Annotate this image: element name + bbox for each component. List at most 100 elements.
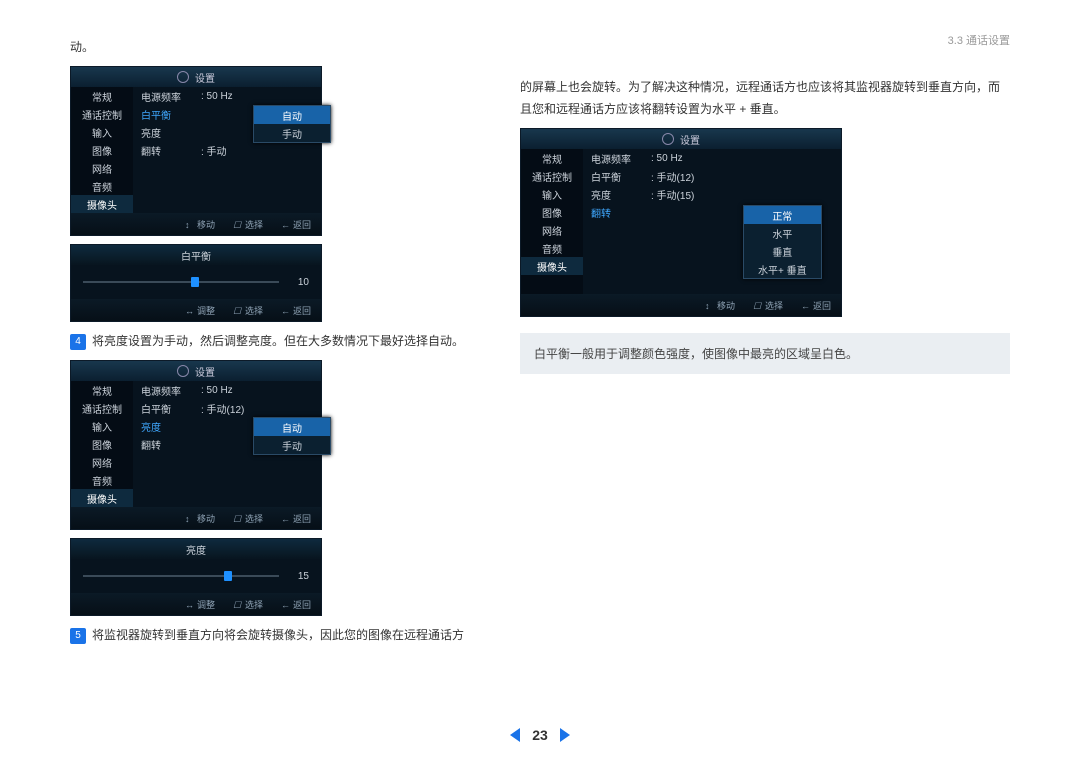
select-icon xyxy=(233,514,242,523)
row-value: : 手动 xyxy=(201,143,227,158)
footer-hint: 移动 xyxy=(197,218,215,231)
sidebar-item[interactable]: 网络 xyxy=(521,221,583,239)
right-column: 的屏幕上也会旋转。为了解决这种情况，远程通话方也应该将其监视器旋转到垂直方向，而… xyxy=(520,30,1010,652)
settings-window-3: 设置 常规 通话控制 输入 图像 网络 音频 摄像头 电源频率: 50 Hz 白… xyxy=(520,128,842,317)
dropdown-menu[interactable]: 自动 手动 xyxy=(253,105,331,143)
slider-track[interactable] xyxy=(83,281,279,283)
adjust-icon xyxy=(185,306,194,315)
left-column: 动。 设置 常规 通话控制 输入 图像 网络 音频 摄像头 xyxy=(70,30,480,652)
title-text: 设置 xyxy=(195,70,215,85)
brightness-slider-window: 亮度 15 调整 选择 返回 xyxy=(70,538,322,616)
sidebar-item[interactable]: 输入 xyxy=(521,185,583,203)
title-text: 设置 xyxy=(195,364,215,379)
row-label[interactable]: 亮度 xyxy=(583,187,651,202)
sidebar-item[interactable]: 音频 xyxy=(71,177,133,195)
row-value: : 手动(15) xyxy=(651,187,694,202)
sidebar-item[interactable]: 音频 xyxy=(521,239,583,257)
slider-thumb[interactable] xyxy=(191,277,199,287)
sidebar-item[interactable]: 输入 xyxy=(71,123,133,141)
white-balance-slider-window: 白平衡 10 调整 选择 返回 xyxy=(70,244,322,322)
row-label[interactable]: 白平衡 xyxy=(133,107,201,122)
slider-footer: 调整 选择 返回 xyxy=(71,299,321,321)
settings-window-1: 设置 常规 通话控制 输入 图像 网络 音频 摄像头 电源频率: 50 Hz 白… xyxy=(70,66,322,236)
row-label[interactable]: 翻转 xyxy=(133,143,201,158)
sidebar-item[interactable]: 网络 xyxy=(71,453,133,471)
footer-hint: 选择 xyxy=(765,299,783,312)
dropdown-menu[interactable]: 正常 水平 垂直 水平+ 垂直 xyxy=(743,205,822,279)
step-5: 5将监视器旋转到垂直方向将会旋转摄像头，因此您的图像在远程通话方 xyxy=(70,624,480,646)
footer-hint: 选择 xyxy=(245,218,263,231)
slider-track[interactable] xyxy=(83,575,279,577)
window-title: 设置 xyxy=(521,129,841,149)
footer-hint: 返回 xyxy=(293,512,311,525)
prev-page-icon[interactable] xyxy=(510,728,520,742)
row-label[interactable]: 白平衡 xyxy=(583,169,651,184)
dropdown-option[interactable]: 水平+ 垂直 xyxy=(744,260,821,278)
settings-content: 电源频率: 50 Hz 白平衡: 手动(12) 亮度: 手动(15) 翻转 正常… xyxy=(583,149,841,294)
row-label[interactable]: 翻转 xyxy=(133,437,201,452)
dropdown-option[interactable]: 手动 xyxy=(254,124,330,142)
footer-hint: 返回 xyxy=(813,299,831,312)
step-4: 4将亮度设置为手动，然后调整亮度。但在大多数情况下最好选择自动。 xyxy=(70,330,480,352)
intro-cont: 动。 xyxy=(70,36,480,58)
info-callout: 白平衡一般用于调整颜色强度，使图像中最亮的区域呈白色。 xyxy=(520,333,1010,374)
sidebar-item[interactable]: 音频 xyxy=(71,471,133,489)
sidebar-item[interactable]: 网络 xyxy=(71,159,133,177)
row-value: : 手动(12) xyxy=(201,401,244,416)
sidebar-item[interactable]: 通话控制 xyxy=(71,399,133,417)
footer-hint: 选择 xyxy=(245,304,263,317)
next-page-icon[interactable] xyxy=(560,728,570,742)
sidebar-item[interactable]: 常规 xyxy=(71,87,133,105)
row-label[interactable]: 亮度 xyxy=(133,419,201,434)
row-label: 电源频率 xyxy=(133,383,201,398)
select-icon xyxy=(753,301,762,310)
row-value: : 50 Hz xyxy=(201,385,233,396)
sidebar-item[interactable]: 常规 xyxy=(71,381,133,399)
sidebar-item[interactable]: 通话控制 xyxy=(71,105,133,123)
back-icon xyxy=(281,220,290,229)
slider-title: 白平衡 xyxy=(71,245,321,265)
title-text: 设置 xyxy=(680,132,700,147)
dropdown-option[interactable]: 水平 xyxy=(744,224,821,242)
right-paragraph: 的屏幕上也会旋转。为了解决这种情况，远程通话方也应该将其监视器旋转到垂直方向，而… xyxy=(520,76,1010,120)
slider-title: 亮度 xyxy=(71,539,321,559)
manual-page: 3.3 通话设置 动。 设置 常规 通话控制 输入 图像 网络 音频 xyxy=(0,0,1080,763)
footer-hint: 返回 xyxy=(293,304,311,317)
step-text: 将亮度设置为手动，然后调整亮度。但在大多数情况下最好选择自动。 xyxy=(92,334,464,348)
window-title: 设置 xyxy=(71,67,321,87)
window-footer: 移动 选择 返回 xyxy=(71,213,321,235)
slider-thumb[interactable] xyxy=(224,571,232,581)
move-icon xyxy=(185,514,194,523)
settings-sidebar: 常规 通话控制 输入 图像 网络 音频 摄像头 xyxy=(521,149,583,294)
page-navigation: 23 xyxy=(0,727,1080,743)
sidebar-item-camera[interactable]: 摄像头 xyxy=(521,257,583,275)
row-label[interactable]: 白平衡 xyxy=(133,401,201,416)
footer-hint: 返回 xyxy=(293,218,311,231)
sidebar-item[interactable]: 输入 xyxy=(71,417,133,435)
slider-value: 15 xyxy=(287,571,309,582)
settings-content: 电源频率: 50 Hz 白平衡 亮度 翻转: 手动 自动 手动 xyxy=(133,87,321,213)
sidebar-item[interactable]: 图像 xyxy=(521,203,583,221)
sidebar-item[interactable]: 图像 xyxy=(71,435,133,453)
row-label[interactable]: 亮度 xyxy=(133,125,201,140)
dropdown-option[interactable]: 手动 xyxy=(254,436,330,454)
dropdown-option[interactable]: 自动 xyxy=(254,106,330,124)
row-label[interactable]: 翻转 xyxy=(583,205,651,220)
sidebar-item-camera[interactable]: 摄像头 xyxy=(71,195,133,213)
sidebar-item[interactable]: 通话控制 xyxy=(521,167,583,185)
adjust-icon xyxy=(185,600,194,609)
dropdown-option[interactable]: 正常 xyxy=(744,206,821,224)
sidebar-item[interactable]: 图像 xyxy=(71,141,133,159)
dropdown-menu[interactable]: 自动 手动 xyxy=(253,417,331,455)
slider-footer: 调整 选择 返回 xyxy=(71,593,321,615)
row-value: : 50 Hz xyxy=(651,153,683,164)
sidebar-item-camera[interactable]: 摄像头 xyxy=(71,489,133,507)
sidebar-item[interactable]: 常规 xyxy=(521,149,583,167)
select-icon xyxy=(233,220,242,229)
gear-icon xyxy=(177,71,189,83)
dropdown-option[interactable]: 自动 xyxy=(254,418,330,436)
dropdown-option[interactable]: 垂直 xyxy=(744,242,821,260)
settings-window-2: 设置 常规 通话控制 输入 图像 网络 音频 摄像头 电源频率: 50 Hz 白… xyxy=(70,360,322,530)
back-icon xyxy=(801,301,810,310)
select-icon xyxy=(233,600,242,609)
